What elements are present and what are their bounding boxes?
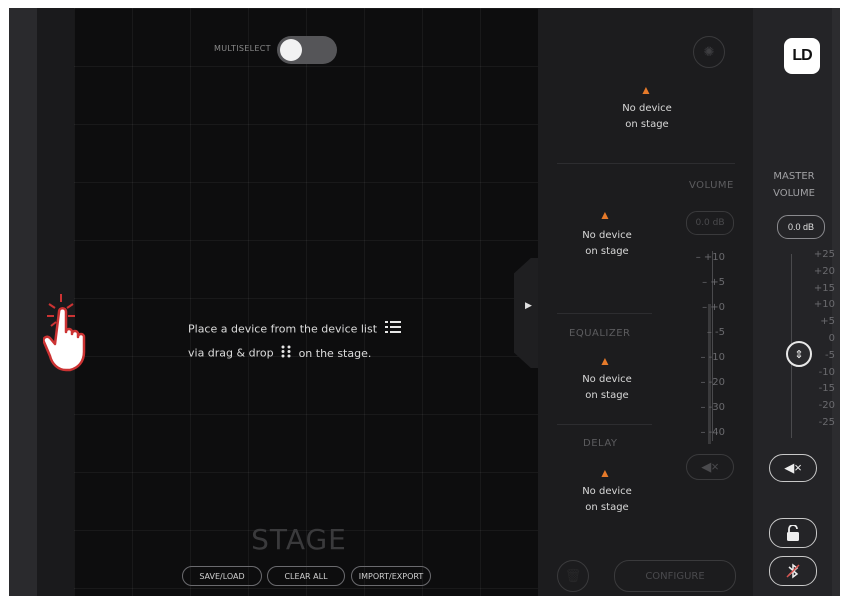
section-divider — [557, 313, 652, 314]
clear-all-button[interactable]: CLEAR ALL — [267, 566, 345, 586]
configure-button[interactable]: CONFIGURE — [614, 560, 736, 592]
no-device-message: No device on stage — [607, 101, 687, 133]
lock-icon — [787, 525, 799, 541]
warning-icon: ▲ — [599, 354, 611, 368]
master-scale-label: -25 — [818, 417, 835, 428]
volume-scale-label: – +0 — [702, 302, 725, 313]
volume-scale-label: – -30 — [700, 402, 725, 413]
no-device-line1: No device — [582, 230, 632, 241]
lock-button[interactable] — [769, 518, 817, 548]
volume-meter — [708, 304, 711, 444]
master-scale-label: +20 — [813, 265, 835, 277]
trash-icon[interactable]: 🗑 — [557, 560, 589, 592]
master-scale-label: +25 — [813, 249, 835, 260]
volume-scale-label: – +10 — [695, 252, 725, 263]
list-icon — [384, 321, 401, 338]
instruction-text-2a: via drag & drop — [188, 346, 274, 360]
master-scale-label: -10 — [818, 366, 835, 378]
master-db-field[interactable]: 0.0 dB — [777, 215, 825, 239]
volume-scale-label: – -10 — [700, 352, 725, 363]
multiselect-toggle[interactable] — [277, 36, 337, 64]
fader-arrows-icon: ⇕ — [794, 348, 804, 361]
ld-logo[interactable]: LD — [784, 38, 820, 74]
drag-handle-icon — [281, 345, 291, 362]
tap-hand-icon — [42, 290, 103, 385]
no-device-message: No device on stage — [567, 372, 647, 404]
mute-icon: ◀× — [784, 460, 802, 475]
instruction-text-2b: on the stage. — [298, 346, 372, 360]
volume-scale-label: – -20 — [700, 377, 725, 388]
no-device-line1: No device — [622, 103, 672, 114]
save-load-button[interactable]: SAVE/LOAD — [182, 566, 262, 586]
delay-label: DELAY — [583, 438, 618, 449]
multiselect-label: MULTISELECT — [214, 44, 271, 53]
master-label-line2: VOLUME — [773, 188, 815, 199]
chevron-right-icon[interactable]: ▶ — [525, 300, 532, 311]
warning-icon: ▲ — [640, 83, 652, 97]
stage-title: STAGE — [251, 523, 347, 556]
volume-label: VOLUME — [689, 180, 734, 191]
section-divider — [557, 163, 735, 164]
no-device-line2: on stage — [585, 246, 629, 257]
warning-icon: ▲ — [599, 466, 611, 480]
no-device-line2: on stage — [625, 119, 669, 130]
no-device-line2: on stage — [585, 502, 629, 513]
instruction-text-1: Place a device from the device list — [188, 322, 378, 336]
instruction-line-1: Place a device from the device list — [188, 321, 401, 338]
section-divider — [557, 424, 652, 425]
mute-icon: ◀× — [701, 459, 719, 474]
master-scale-label: +15 — [813, 282, 835, 294]
light-icon[interactable]: ✺ — [693, 36, 725, 68]
master-mute-button[interactable]: ◀× — [769, 454, 817, 482]
volume-scale-label: – +5 — [702, 277, 725, 288]
no-device-message: No device on stage — [567, 228, 647, 260]
volume-scale-label: – -40 — [700, 427, 725, 438]
master-fader-knob[interactable]: ⇕ — [786, 341, 812, 367]
no-device-line1: No device — [582, 374, 632, 385]
master-scale-label: -15 — [818, 383, 835, 395]
stage-canvas[interactable] — [74, 8, 538, 596]
warning-icon: ▲ — [599, 208, 611, 222]
import-export-button[interactable]: IMPORT/EXPORT — [351, 566, 431, 586]
no-device-line2: on stage — [585, 390, 629, 401]
no-device-line1: No device — [582, 486, 632, 497]
volume-scale-label: – -5 — [706, 327, 725, 338]
bluetooth-off-icon — [786, 563, 800, 579]
app-frame: MULTISELECT Place a device from the devi… — [9, 8, 840, 596]
master-scale-label: +5 — [820, 316, 835, 328]
device-panel-tab[interactable] — [514, 258, 538, 368]
instruction-line-2: via drag & drop on the stage. — [188, 345, 371, 362]
master-volume-label: MASTER VOLUME — [771, 168, 817, 202]
master-scale-label: +10 — [813, 299, 835, 311]
toggle-knob — [280, 39, 302, 61]
bluetooth-button[interactable] — [769, 556, 817, 586]
left-edge-strip — [9, 8, 37, 596]
master-label-line1: MASTER — [773, 171, 815, 182]
volume-db-field[interactable]: 0.0 dB — [686, 211, 734, 235]
no-device-message: No device on stage — [567, 484, 647, 516]
trash-glyph: 🗑 — [564, 568, 582, 583]
master-scale-label: -20 — [818, 400, 835, 412]
device-mute-button[interactable]: ◀× — [686, 454, 734, 480]
equalizer-label: EQUALIZER — [569, 328, 631, 339]
